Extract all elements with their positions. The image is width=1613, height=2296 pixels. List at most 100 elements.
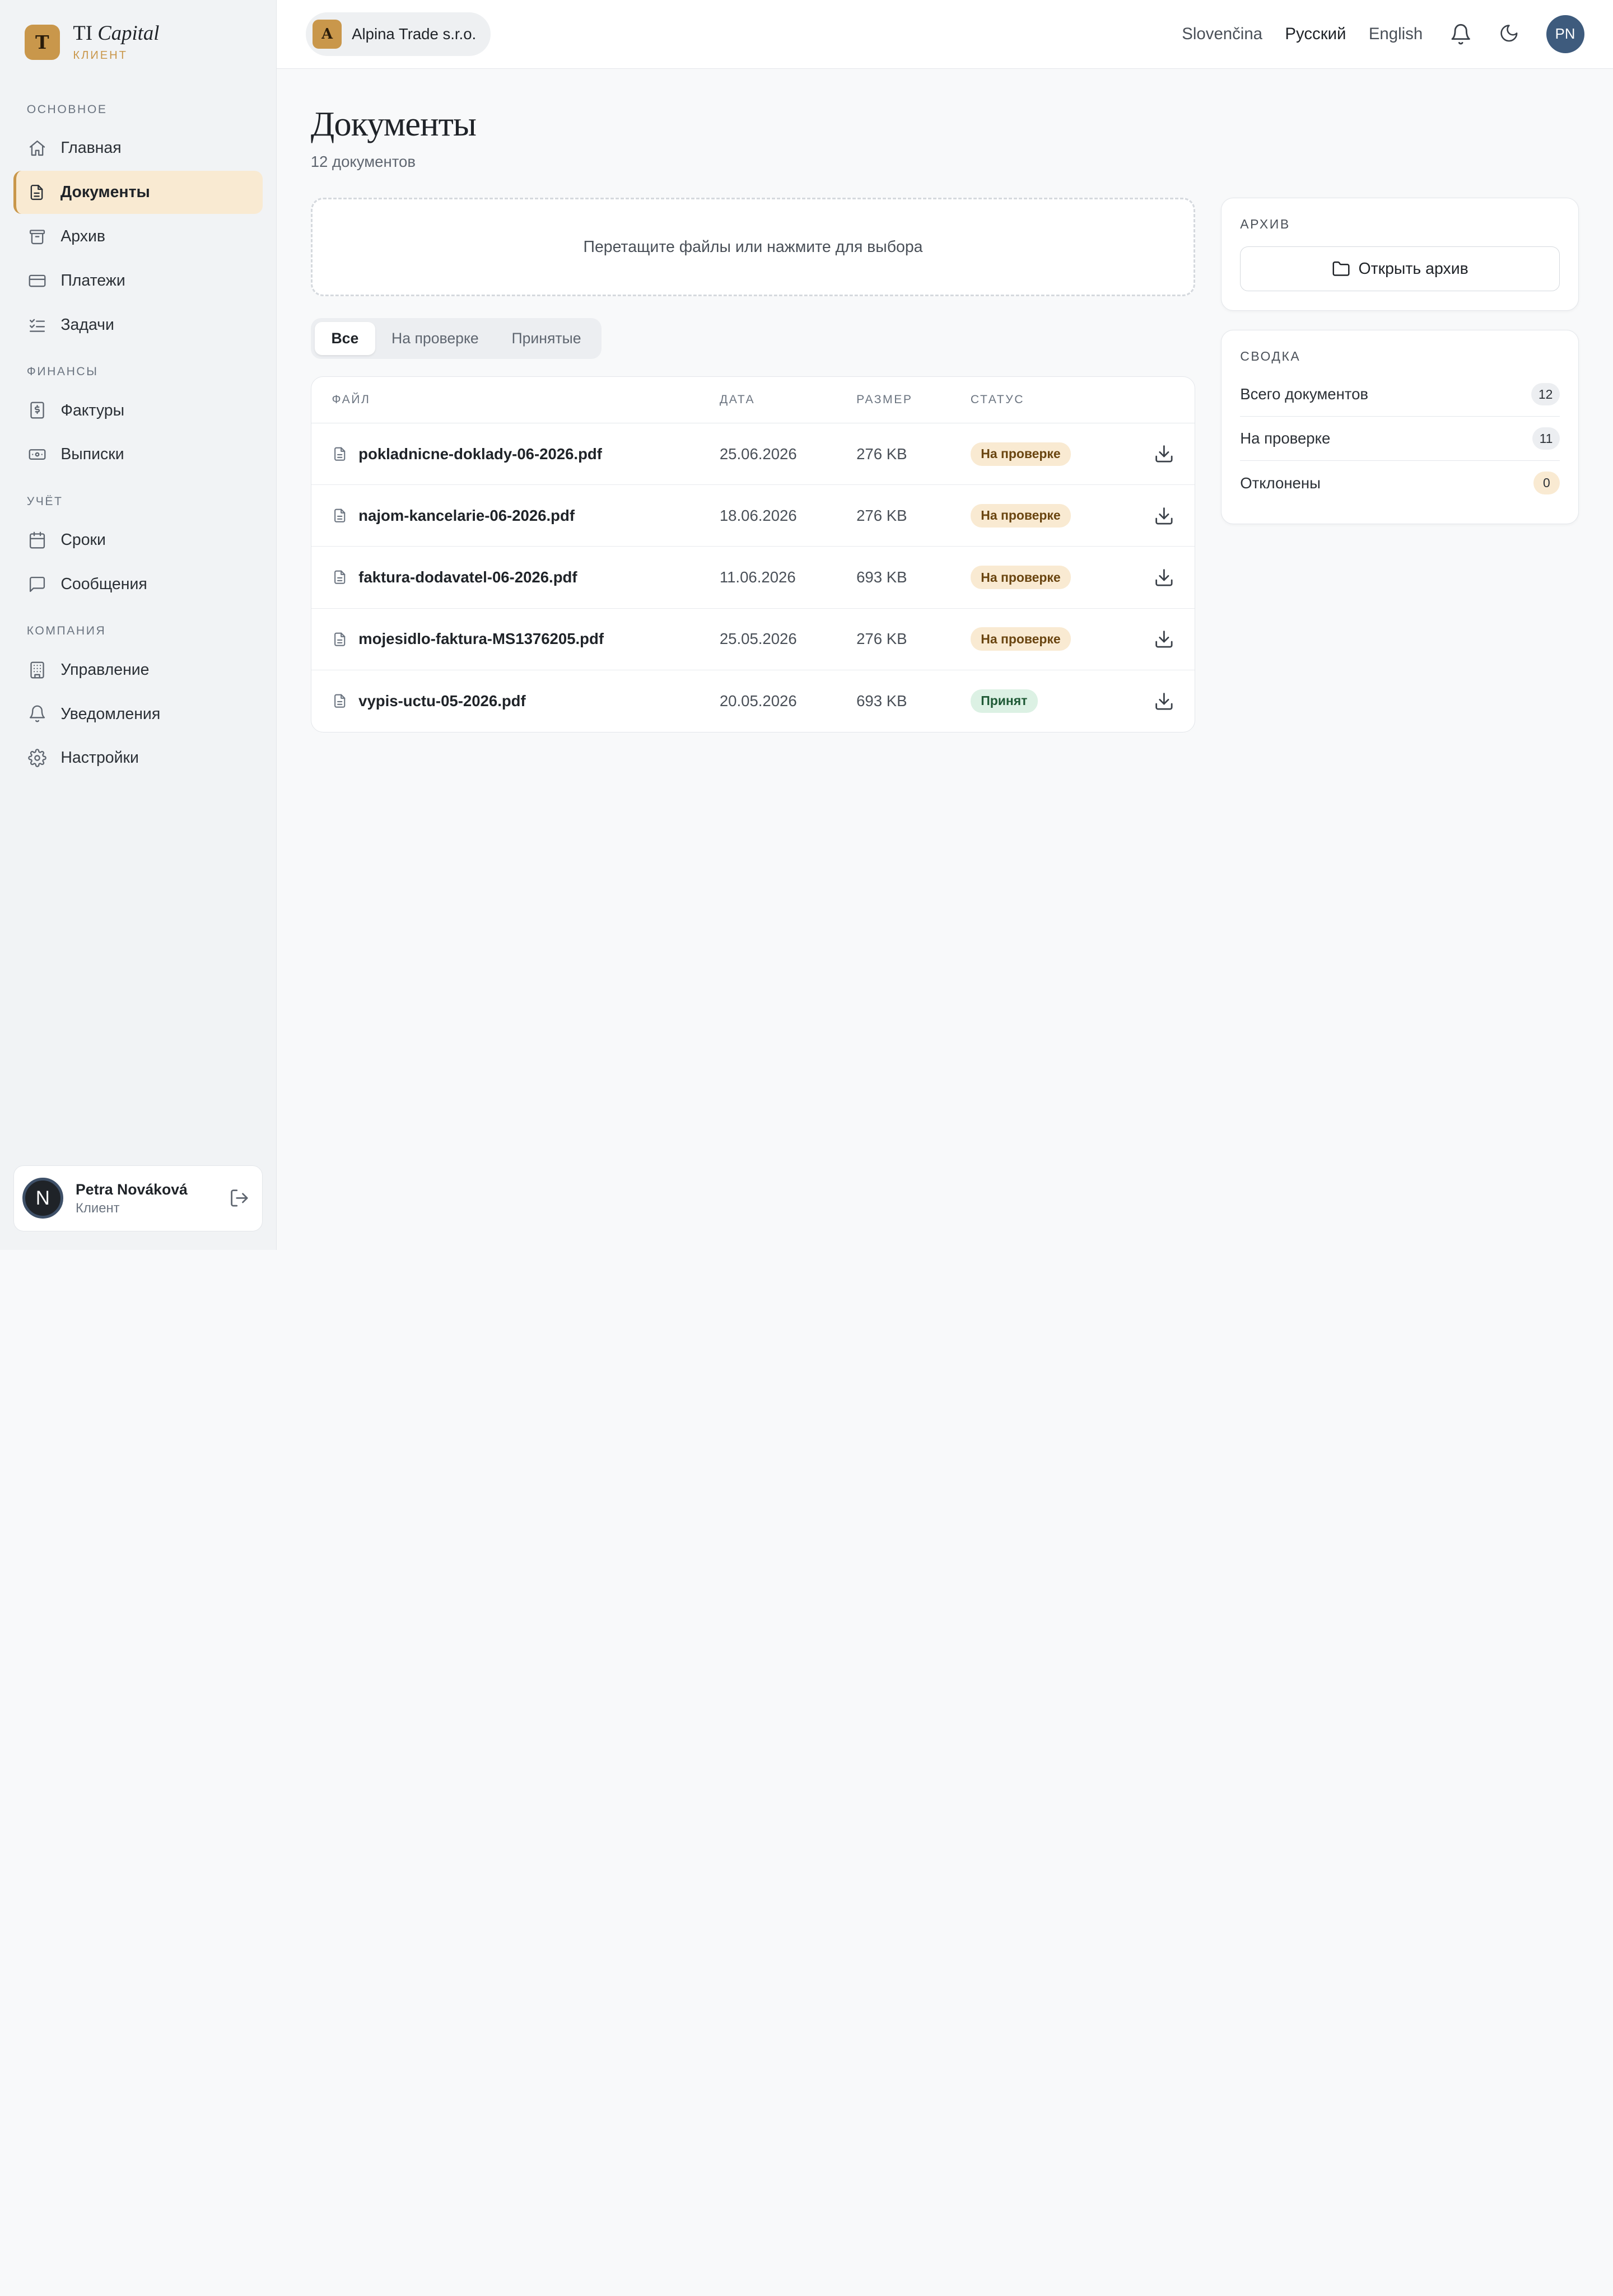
invoice-icon <box>28 400 49 421</box>
sidebar-item-message[interactable]: Сообщения <box>13 563 263 606</box>
sidebar: T TI Capital КЛИЕНТ ОСНОВНОЕ Главная Докум… <box>0 0 277 1250</box>
company-name: Alpina Trade s.r.o. <box>352 25 477 43</box>
file-icon <box>332 631 348 647</box>
count-badge: 0 <box>1533 472 1560 494</box>
sidebar-item-label: Уведомления <box>60 704 161 723</box>
download-icon[interactable] <box>1154 506 1174 526</box>
sidebar-item-home[interactable]: Главная <box>13 127 263 170</box>
sidebar-item-label: Фактуры <box>60 401 125 419</box>
column-header-size[interactable]: РАЗМЕР <box>856 393 971 407</box>
sidebar-item-label: Выписки <box>60 445 124 464</box>
tab-accepted[interactable]: Принятые <box>495 322 598 355</box>
table-header: ФАЙЛ ДАТА РАЗМЕР СТАТУС <box>311 377 1195 424</box>
summary-card-label: СВОДКА <box>1240 349 1301 364</box>
archive-card-label: АРХИВ <box>1240 216 1290 231</box>
nav-section-label: КОМПАНИЯ <box>26 624 106 638</box>
file-icon <box>332 569 348 585</box>
sidebar-item-label: Управление <box>60 660 150 679</box>
sidebar-item-label: Настройки <box>60 749 139 767</box>
file-size: 276 KB <box>856 445 907 463</box>
download-icon[interactable] <box>1154 691 1174 712</box>
open-archive-button[interactable]: Открыть архив <box>1240 246 1560 292</box>
table-row[interactable]: pokladnicne-doklady-06-2026.pdf 25.06.202… <box>311 423 1195 486</box>
archive-icon <box>28 226 49 247</box>
moon-icon[interactable] <box>1499 23 1521 45</box>
logout-icon[interactable] <box>229 1188 250 1208</box>
lang-russian[interactable]: Русский <box>1285 25 1346 44</box>
sidebar-item-label: Сообщения <box>60 575 147 593</box>
file-size: 276 KB <box>856 506 907 524</box>
table-row[interactable]: vypis-uctu-05-2026.pdf 20.05.2026 693 KB Пр… <box>311 670 1195 732</box>
lang-english[interactable]: English <box>1369 25 1423 44</box>
file-date: 18.06.2026 <box>719 506 797 524</box>
sidebar-item-credit-card[interactable]: Платежи <box>13 259 263 302</box>
column-header-date[interactable]: ДАТА <box>720 393 856 407</box>
brand-subtitle: КЛИЕНТ <box>73 49 128 62</box>
download-icon[interactable] <box>1154 444 1174 464</box>
bell-icon <box>28 704 49 725</box>
checklist-icon <box>28 315 49 335</box>
tab-in-review[interactable]: На проверке <box>375 322 495 355</box>
file-name[interactable]: najom-kancelarie-06-2026.pdf <box>358 507 575 525</box>
brand[interactable]: T TI Capital КЛИЕНТ <box>13 0 263 85</box>
building-icon <box>28 660 49 680</box>
avatar[interactable]: N <box>22 1178 64 1219</box>
status-badge: На проверке <box>970 627 1071 651</box>
sidebar-item-label: Сроки <box>60 531 106 549</box>
sidebar-item-building[interactable]: Управление <box>13 648 263 691</box>
sidebar-item-bell[interactable]: Уведомления <box>13 692 263 735</box>
file-name[interactable]: pokladnicne-doklady-06-2026.pdf <box>358 445 602 463</box>
upload-dropzone[interactable]: Перетащите файлы или нажмите для выбора <box>310 197 1196 297</box>
file-name[interactable]: vypis-uctu-05-2026.pdf <box>358 692 526 710</box>
sidebar-item-gear[interactable]: Настройки <box>13 736 263 780</box>
documents-table: ФАЙЛ ДАТА РАЗМЕР СТАТУС pokladnicne-dokl… <box>310 376 1196 733</box>
calendar-icon <box>28 530 49 550</box>
file-date: 25.05.2026 <box>719 630 797 648</box>
gear-icon <box>27 748 49 769</box>
avatar[interactable]: PN <box>1546 15 1584 53</box>
count-badge: 11 <box>1532 427 1560 450</box>
sidebar-item-banknote[interactable]: Выписки <box>13 433 263 476</box>
file-name[interactable]: faktura-dodavatel-06-2026.pdf <box>358 568 577 586</box>
nav-section-label: УЧЁТ <box>26 494 63 508</box>
file-size: 276 KB <box>856 630 907 648</box>
sidebar-item-label: Платежи <box>60 271 125 290</box>
table-row[interactable]: najom-kancelarie-06-2026.pdf 18.06.2026 27… <box>311 485 1195 547</box>
sidebar-item-label: Главная <box>60 139 122 157</box>
status-badge: Принят <box>970 689 1038 713</box>
company-switcher[interactable]: A Alpina Trade s.r.o. <box>305 12 491 56</box>
sidebar-item-invoice[interactable]: Фактуры <box>13 389 263 432</box>
main-area: A Alpina Trade s.r.o. Slovenčina Русский… <box>277 0 1613 1250</box>
sidebar-item-document[interactable]: Документы <box>13 170 263 214</box>
file-icon <box>332 446 348 462</box>
sidebar-item-label: Архив <box>60 227 106 246</box>
home-icon <box>28 138 49 158</box>
tab-all[interactable]: Все <box>315 322 375 355</box>
sidebar-item-archive[interactable]: Архив <box>13 215 263 258</box>
sidebar-item-label: Документы <box>60 183 150 202</box>
lang-slovak[interactable]: Slovenčina <box>1182 25 1262 44</box>
credit-card-icon <box>28 270 49 291</box>
download-icon[interactable] <box>1154 567 1174 588</box>
company-logo: A <box>313 20 342 49</box>
download-icon[interactable] <box>1154 629 1174 650</box>
summary-card: СВОДКА Всего документов 12 На проверке 1… <box>1221 330 1579 525</box>
table-body: pokladnicne-doklady-06-2026.pdf 25.06.202… <box>311 423 1195 732</box>
column-header-file[interactable]: ФАЙЛ <box>311 393 720 407</box>
sidebar-item-checklist[interactable]: Задачи <box>13 304 263 347</box>
app-root: T TI Capital КЛИЕНТ ОСНОВНОЕ Главная Докум… <box>0 0 1613 1250</box>
message-icon <box>28 574 49 595</box>
bell-icon[interactable] <box>1449 23 1472 45</box>
file-name[interactable]: mojesidlo-faktura-MS1376205.pdf <box>358 630 604 648</box>
nav-section-label: ФИНАНСЫ <box>26 365 99 379</box>
file-icon <box>332 693 348 709</box>
sidebar-item-calendar[interactable]: Сроки <box>13 519 263 562</box>
page-title: Документы <box>310 104 477 144</box>
table-row[interactable]: mojesidlo-faktura-MS1376205.pdf 25.05.202… <box>311 609 1195 670</box>
user-card: N Petra Nováková Клиент <box>13 1165 263 1231</box>
file-date: 11.06.2026 <box>719 568 796 586</box>
table-row[interactable]: faktura-dodavatel-06-2026.pdf 11.06.2026 6… <box>311 547 1195 609</box>
brand-title: TI Capital <box>73 21 160 45</box>
sidebar-nav: ОСНОВНОЕ Главная Документы Архив Платежи Зада… <box>13 103 263 780</box>
column-header-status[interactable]: СТАТУС <box>971 393 1133 407</box>
